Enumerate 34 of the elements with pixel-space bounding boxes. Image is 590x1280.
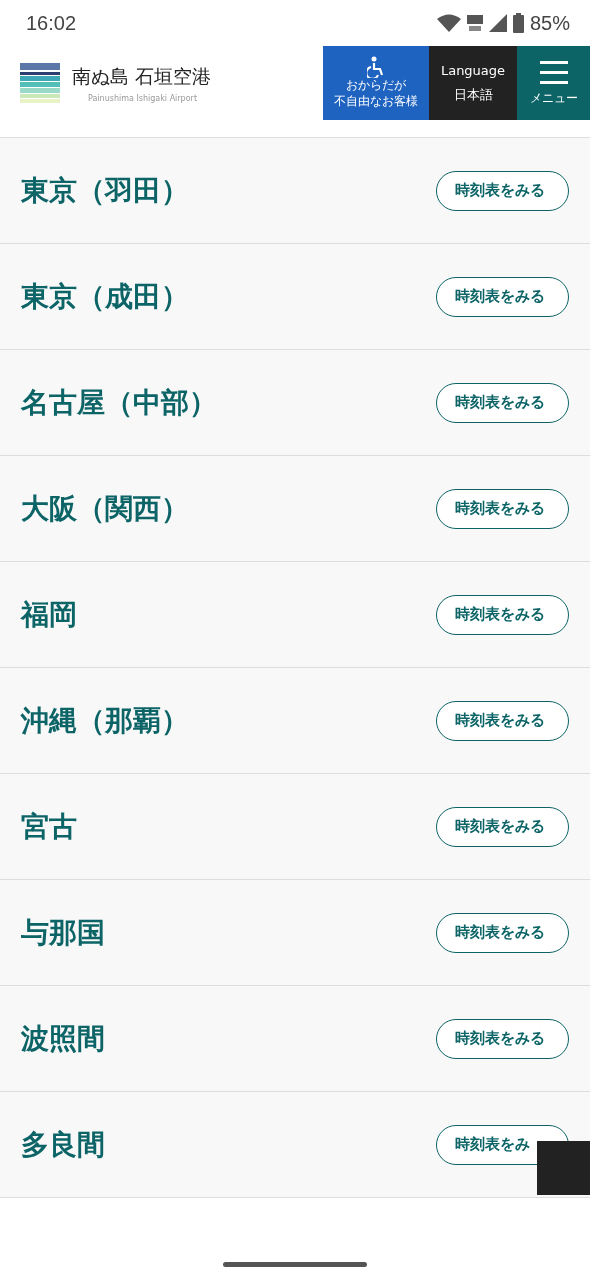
logo-icon bbox=[20, 63, 60, 103]
wifi-icon bbox=[436, 14, 461, 32]
wheelchair-icon bbox=[367, 56, 385, 79]
destination-name: 波照間 bbox=[21, 1020, 106, 1057]
destination-name: 名古屋（中部） bbox=[21, 384, 218, 421]
destination-name: 宮古 bbox=[21, 808, 78, 845]
logo-subtitle: Painushima Ishigaki Airport bbox=[87, 93, 198, 103]
destination-name: 沖縄（那覇） bbox=[21, 702, 190, 739]
accessibility-label: おからだが bbox=[346, 78, 406, 94]
destination-name: 多良間 bbox=[21, 1126, 106, 1163]
timetable-button[interactable]: 時刻表をみる bbox=[436, 700, 569, 741]
destination-name: 大阪（関西） bbox=[21, 490, 190, 527]
battery-icon bbox=[512, 13, 524, 33]
destination-name: 東京（成田） bbox=[21, 278, 190, 315]
timetable-button[interactable]: 時刻表をみる bbox=[436, 806, 569, 847]
timetable-button[interactable]: 時刻表をみる bbox=[436, 912, 569, 953]
destination-name: 福岡 bbox=[21, 596, 78, 633]
timetable-button[interactable]: 時刻表をみる bbox=[436, 594, 569, 635]
destination-name: 与那国 bbox=[21, 914, 106, 951]
timetable-button[interactable]: 時刻表をみる bbox=[436, 1018, 569, 1059]
menu-button[interactable]: メニュー bbox=[517, 46, 590, 120]
timetable-button[interactable]: 時刻表をみる bbox=[436, 488, 569, 529]
accessibility-button[interactable]: おからだが 不自由なお客様 bbox=[323, 46, 429, 120]
clock: 16:02 bbox=[26, 11, 77, 35]
logo-title: 南ぬ島 石垣空港 bbox=[72, 63, 212, 89]
language-button[interactable]: Language 日本語 bbox=[429, 46, 517, 120]
menu-icon bbox=[539, 59, 568, 84]
signal-icon bbox=[488, 14, 507, 32]
accessibility-label: 不自由なお客様 bbox=[334, 94, 418, 110]
destination-name: 東京（羽田） bbox=[21, 172, 190, 209]
battery-percentage: 85% bbox=[529, 11, 570, 35]
timetable-button[interactable]: 時刻表をみる bbox=[436, 382, 569, 423]
timetable-button[interactable]: 時刻表をみる bbox=[436, 276, 569, 317]
timetable-button[interactable]: 時刻表をみる bbox=[436, 170, 569, 211]
